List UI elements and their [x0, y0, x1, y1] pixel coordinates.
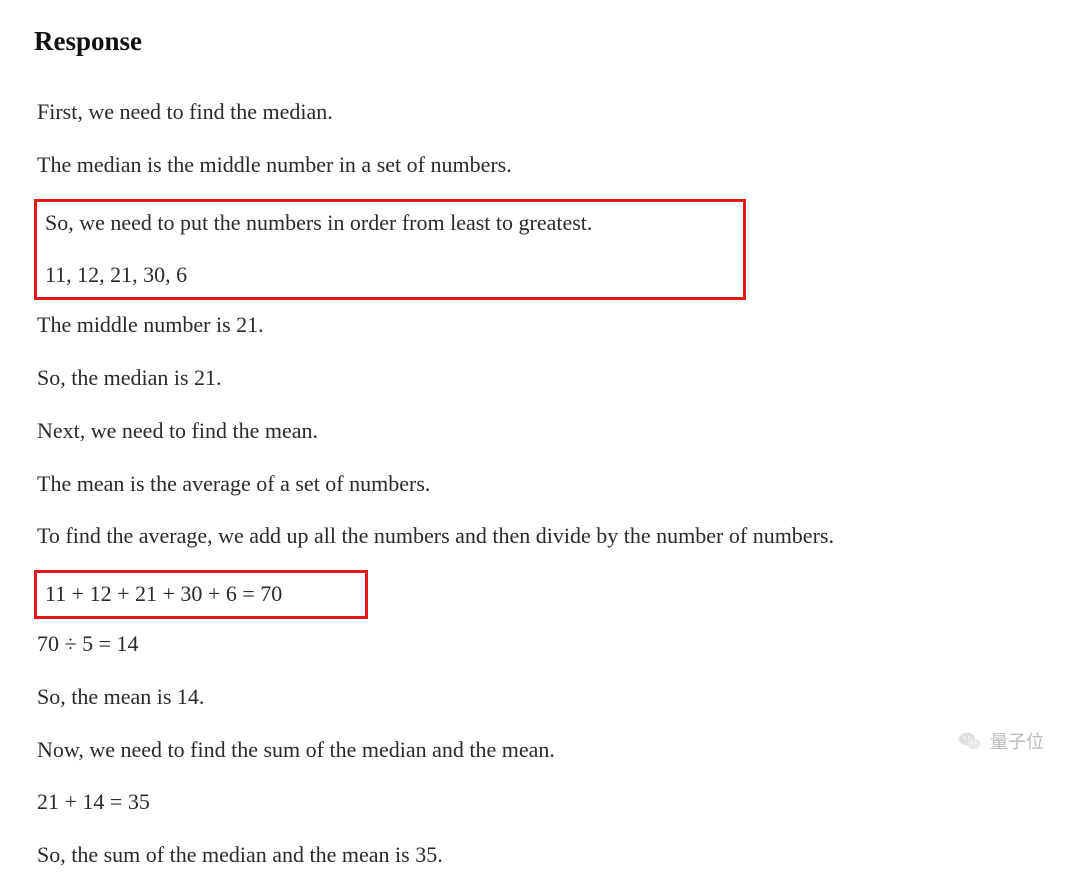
- body-line-15: So, the sum of the median and the mean i…: [34, 834, 1038, 877]
- body-line-13: Now, we need to find the sum of the medi…: [34, 729, 1038, 772]
- watermark: 量子位: [958, 728, 1044, 754]
- watermark-text: 量子位: [990, 728, 1044, 754]
- body-line-5: The middle number is 21.: [34, 304, 1038, 347]
- body-line-7: Next, we need to find the mean.: [34, 410, 1038, 453]
- body-line-1: First, we need to find the median.: [34, 91, 1038, 134]
- body-line-14: 21 + 14 = 35: [34, 781, 1038, 824]
- response-heading: Response: [34, 26, 1038, 57]
- body-line-6: So, the median is 21.: [34, 357, 1038, 400]
- highlight-box-1: So, we need to put the numbers in order …: [34, 199, 746, 301]
- body-line-10: 11 + 12 + 21 + 30 + 6 = 70: [37, 573, 365, 616]
- body-line-9: To find the average, we add up all the n…: [34, 515, 1038, 558]
- body-line-12: So, the mean is 14.: [34, 676, 1038, 719]
- body-line-4: 11, 12, 21, 30, 6: [37, 254, 743, 297]
- body-line-8: The mean is the average of a set of numb…: [34, 463, 1038, 506]
- body-line-2: The median is the middle number in a set…: [34, 144, 1038, 187]
- body-line-3: So, we need to put the numbers in order …: [37, 202, 743, 245]
- body-line-11: 70 ÷ 5 = 14: [34, 623, 1038, 666]
- wechat-icon: [958, 729, 982, 753]
- highlight-box-2: 11 + 12 + 21 + 30 + 6 = 70: [34, 570, 368, 619]
